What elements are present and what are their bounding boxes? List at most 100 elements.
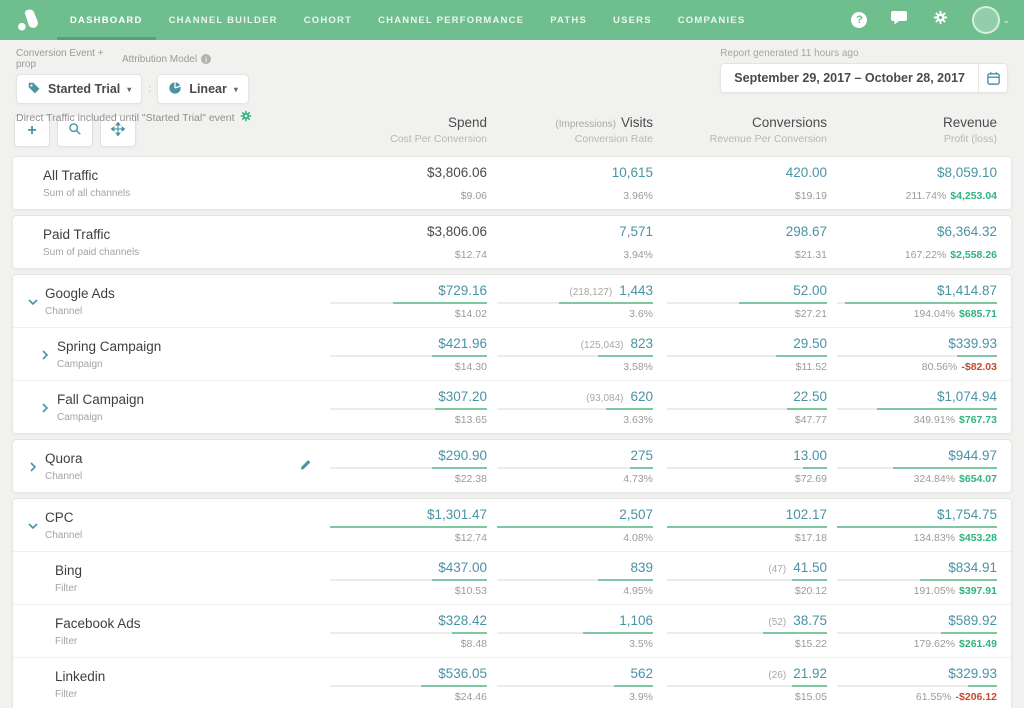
gear-icon[interactable]	[933, 10, 948, 30]
nav-tab-companies[interactable]: COMPANIES	[665, 0, 759, 40]
row-paid-traffic[interactable]: Paid TrafficSum of paid channels$3,806.0…	[13, 216, 1011, 268]
row-facebook-ads[interactable]: Facebook AdsFilter$328.42$8.481,1063.5%(…	[13, 604, 1011, 657]
metric-secondary: 4.08%	[497, 532, 653, 544]
chevron-down-icon: ▾	[127, 85, 131, 94]
metric-primary: 29.50	[793, 336, 827, 351]
channel-card: All TrafficSum of all channels$3,806.06$…	[12, 156, 1012, 210]
row-all-traffic[interactable]: All TrafficSum of all channels$3,806.06$…	[13, 157, 1011, 209]
profit-value: -$206.12	[956, 691, 997, 703]
metric-bar	[667, 632, 827, 634]
metric-primary: 41.50	[793, 560, 827, 575]
row-spring-campaign[interactable]: Spring CampaignCampaign$421.96$14.30(125…	[13, 327, 1011, 380]
channel-card: Google AdsChannel$729.16$14.02(218,127)1…	[12, 274, 1012, 434]
row-type: Campaign	[57, 412, 144, 423]
spend-cell: $1,301.47$12.74	[330, 507, 487, 544]
metric-primary: 823	[630, 336, 653, 351]
chevron-right-icon[interactable]	[39, 403, 51, 413]
metric-primary: 10,615	[612, 165, 653, 180]
metric-bar	[837, 526, 997, 528]
metric-primary: $729.16	[438, 283, 487, 298]
chevron-right-icon[interactable]	[27, 462, 39, 472]
row-bing[interactable]: BingFilter$437.00$10.538394.95%(47)41.50…	[13, 551, 1011, 604]
report-table: + Spend Cost Per Conversion	[0, 110, 1024, 708]
metric-secondary: $15.05	[667, 691, 827, 703]
metric-bar	[837, 408, 997, 410]
date-range-picker[interactable]: September 29, 2017 – October 28, 2017	[720, 63, 1008, 93]
metric-primary: $329.93	[948, 666, 997, 681]
impressions-value: (93,084)	[586, 393, 623, 404]
metric-secondary: $14.30	[330, 361, 487, 373]
metric-secondary: 4.95%	[497, 585, 653, 597]
metric-bar	[837, 632, 997, 634]
metric-secondary: $14.02	[330, 308, 487, 320]
edit-icon[interactable]	[299, 458, 312, 476]
calendar-icon[interactable]	[978, 64, 1007, 92]
metric-bar	[497, 243, 653, 245]
nav-tab-users[interactable]: USERS	[600, 0, 665, 40]
attribution-logo[interactable]	[14, 7, 41, 34]
info-icon[interactable]: i	[201, 54, 211, 64]
row-name-cell: QuoraChannel	[27, 448, 330, 485]
nav-tab-dashboard[interactable]: DASHBOARD	[57, 0, 156, 40]
profit-value: $397.91	[959, 585, 997, 597]
metric-primary: 275	[630, 448, 653, 463]
row-name: Facebook Ads	[55, 616, 141, 631]
nav-tabs: DASHBOARDCHANNEL BUILDERCOHORTCHANNEL PE…	[57, 0, 758, 40]
profit-value: $4,253.04	[950, 190, 997, 202]
row-fall-campaign[interactable]: Fall Campaign Campaign $307.20$13.65 (93,08…	[13, 380, 1011, 433]
metric-primary: 2,507	[619, 507, 653, 522]
row-labels: Google AdsChannel	[45, 286, 115, 317]
attribution-model-dropdown[interactable]: Linear ▾	[157, 74, 249, 104]
rev-cell: $339.9380.56%-$82.03	[837, 336, 997, 373]
rev-cell: $8,059.10211.74%$4,253.04	[837, 165, 997, 202]
chevron-down-icon[interactable]	[27, 521, 39, 531]
metric-secondary: 349.91%$767.73	[837, 414, 997, 426]
metric-primary: $339.93	[948, 336, 997, 351]
conversion-event-dropdown[interactable]: Started Trial ▾	[16, 74, 142, 104]
nav-tab-paths[interactable]: PATHS	[537, 0, 600, 40]
metric-primary: $6,364.32	[937, 224, 997, 239]
settings-gear-icon[interactable]	[240, 110, 252, 125]
chat-icon[interactable]	[891, 10, 909, 31]
tag-icon	[27, 81, 41, 98]
nav-tab-cohort[interactable]: COHORT	[291, 0, 365, 40]
metric-secondary: 4.73%	[497, 473, 653, 485]
row-linkedin[interactable]: LinkedinFilter$536.05$24.465623.9%(26)21…	[13, 657, 1011, 708]
metric-bar	[667, 526, 827, 528]
chevron-down-icon[interactable]	[27, 297, 39, 307]
channel-card: CPCChannel$1,301.47$12.742,5074.08%102.1…	[12, 498, 1012, 708]
spend-cell: $290.90$22.38	[330, 448, 487, 485]
nav-tab-channel-performance[interactable]: CHANNEL PERFORMANCE	[365, 0, 537, 40]
metric-primary: $290.90	[438, 448, 487, 463]
user-menu[interactable]: ⌄	[972, 6, 1010, 34]
chevron-right-icon[interactable]	[39, 350, 51, 360]
metric-secondary: $11.52	[667, 361, 827, 373]
report-generated-label: Report generated 11 hours ago	[720, 48, 1008, 59]
row-cpc[interactable]: CPCChannel$1,301.47$12.742,5074.08%102.1…	[13, 499, 1011, 551]
row-google-ads[interactable]: Google AdsChannel$729.16$14.02(218,127)1…	[13, 275, 1011, 327]
conversions-count: (26)	[768, 670, 786, 681]
spend-cell: $421.96$14.30	[330, 336, 487, 373]
profit-percent: 134.83%	[914, 532, 955, 544]
chevron-down-icon: ⌄	[1002, 15, 1010, 26]
row-quora[interactable]: QuoraChannel$290.90$22.382754.73%13.00$7…	[13, 440, 1011, 492]
chevron-down-icon: ▾	[234, 85, 238, 94]
spend-cell: $307.20$13.65	[330, 389, 487, 426]
channel-card: Paid TrafficSum of paid channels$3,806.0…	[12, 215, 1012, 269]
rev-cell: $6,364.32167.22%$2,558.26	[837, 224, 997, 261]
nav-tab-channel-builder[interactable]: CHANNEL BUILDER	[156, 0, 291, 40]
avatar	[972, 6, 1000, 34]
row-type: Filter	[55, 583, 82, 594]
profit-percent: 211.74%	[906, 190, 947, 202]
row-name: Fall Campaign	[57, 392, 144, 407]
metric-secondary: $12.74	[330, 532, 487, 544]
metric-bar	[330, 632, 487, 634]
metric-bar	[330, 243, 487, 245]
spend-cell: $437.00$10.53	[330, 560, 487, 597]
help-icon[interactable]: ?	[851, 12, 867, 28]
metric-bar	[330, 579, 487, 581]
row-type: Filter	[55, 636, 141, 647]
conv-cell: 52.00$27.21	[667, 283, 827, 320]
metric-secondary: 191.05%$397.91	[837, 585, 997, 597]
conversion-event-label: Conversion Event + prop	[16, 48, 122, 70]
